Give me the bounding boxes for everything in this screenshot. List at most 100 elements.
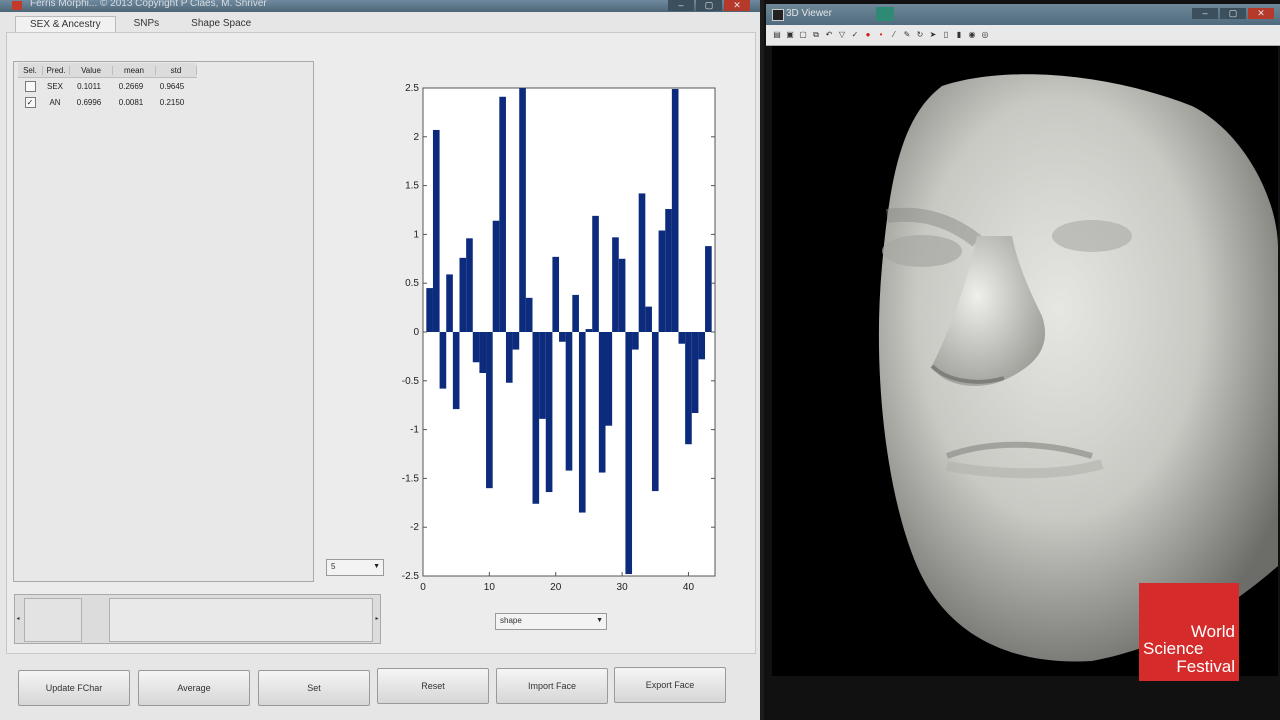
- reset-button[interactable]: Reset: [377, 668, 489, 704]
- tab-shape-space[interactable]: Shape Space: [177, 16, 265, 32]
- check-icon[interactable]: ✓: [850, 30, 860, 40]
- table-header: Sel. Pred. Value mean std: [18, 63, 197, 78]
- rotate-icon[interactable]: ↻: [915, 30, 925, 40]
- close-button[interactable]: ✕: [724, 0, 750, 11]
- shape-select-value: shape: [500, 616, 522, 625]
- predictor-value[interactable]: 0.1011: [68, 82, 110, 91]
- pencil-icon[interactable]: ✎: [902, 30, 912, 40]
- chart-bar: [638, 193, 646, 332]
- maximize-button[interactable]: ▢: [696, 0, 722, 11]
- point-icon[interactable]: •: [876, 30, 886, 40]
- header-mean[interactable]: mean: [113, 65, 156, 75]
- tab-sex-ancestry[interactable]: SEX & Ancestry: [15, 16, 116, 32]
- chart-bar: [525, 297, 533, 332]
- main-window: Ferris Morphi... © 2013 Copyright P Clae…: [0, 0, 760, 720]
- filter-icon[interactable]: ▽: [837, 30, 847, 40]
- y-tick-label: 0.5: [405, 278, 419, 289]
- average-button[interactable]: Average: [138, 670, 250, 706]
- viewer-toolbar: ▤ ▣ ▢ ⧉ ↶ ▽ ✓ ● • ⁄ ✎ ↻ ➤ ▯ ▮ ◉ ◎: [766, 25, 1280, 46]
- update-fchar-button[interactable]: Update FChar: [18, 670, 130, 706]
- viewer-maximize-button[interactable]: ▢: [1220, 8, 1246, 19]
- undo-icon[interactable]: ↶: [824, 30, 834, 40]
- viewer-minimize-button[interactable]: –: [1192, 8, 1218, 19]
- chart-bar: [618, 258, 626, 332]
- export-face-button[interactable]: Export Face: [614, 667, 726, 703]
- select-checkbox[interactable]: [24, 80, 36, 92]
- select-icon[interactable]: ▢: [798, 30, 808, 40]
- chart-bar: [499, 96, 506, 332]
- chart-bar: [532, 332, 540, 504]
- viewer-titlebar: 3D Viewer – ▢ ✕: [766, 4, 1280, 25]
- slider-right-arrow-icon[interactable]: ▸: [374, 595, 380, 643]
- chart-bar: [486, 332, 493, 489]
- dropdown-arrow-icon: ▼: [596, 617, 603, 624]
- chart-bar: [426, 288, 433, 332]
- chart-bar: [665, 209, 672, 332]
- chart-bar: [605, 332, 613, 426]
- chart-bar: [651, 332, 659, 492]
- chart-bar: [519, 88, 526, 332]
- face-render: [878, 74, 1278, 662]
- slider-left-arrow-icon[interactable]: ◂: [15, 595, 21, 643]
- 3d-viewport[interactable]: [772, 46, 1278, 676]
- predictor-name: SEX: [46, 81, 63, 91]
- y-tick-label: 1.5: [405, 181, 419, 192]
- table-row[interactable]: SEX 0.1011 0.2669 0.9645: [18, 78, 197, 94]
- y-tick-label: -2: [410, 522, 419, 533]
- zoom-icon[interactable]: ◉: [967, 30, 977, 40]
- predictor-mean: 0.2669: [118, 81, 144, 91]
- layers-icon[interactable]: ▮: [954, 30, 964, 40]
- y-tick-label: 2.5: [405, 83, 419, 94]
- chart-bar: [612, 237, 619, 332]
- chart-bar: [685, 332, 692, 445]
- chart-bar: [446, 274, 453, 332]
- shape-select[interactable]: shape ▼: [495, 613, 607, 630]
- y-tick-label: 1: [413, 229, 419, 240]
- set-button[interactable]: Set: [258, 670, 370, 706]
- brush-icon[interactable]: ⁄: [889, 30, 899, 40]
- import-face-button[interactable]: Import Face: [496, 668, 608, 704]
- chart-bar: [552, 256, 560, 332]
- record-icon[interactable]: ●: [863, 30, 873, 40]
- slider-track[interactable]: [109, 598, 373, 642]
- horizontal-slider[interactable]: ◂ ▸: [14, 594, 381, 644]
- slider-thumb[interactable]: [24, 598, 82, 642]
- app-icon: [12, 1, 22, 10]
- chart-bar: [592, 215, 599, 332]
- copy-icon[interactable]: ⧉: [811, 30, 821, 40]
- chart-bar: [598, 332, 606, 473]
- page-icon[interactable]: ▯: [941, 30, 951, 40]
- chart-bar: [512, 332, 520, 350]
- predictor-std: 0.9645: [159, 81, 185, 91]
- logo-line-2: Science: [1143, 639, 1204, 658]
- predictor-name: AN: [49, 97, 61, 107]
- viewer-close-button[interactable]: ✕: [1248, 8, 1274, 19]
- world-science-festival-logo: World Science Festival: [1139, 583, 1239, 681]
- select-checkbox[interactable]: ✓: [24, 96, 36, 108]
- tab-snps[interactable]: SNPs: [120, 16, 174, 32]
- open-icon[interactable]: ▤: [772, 30, 782, 40]
- predictor-value[interactable]: 0.6996: [68, 98, 110, 107]
- header-std[interactable]: std: [156, 65, 197, 75]
- color-swatch: [876, 7, 894, 21]
- x-tick-label: 40: [683, 582, 695, 593]
- chart-bar: [479, 332, 487, 373]
- tab-bar: SEX & Ancestry SNPs Shape Space: [15, 16, 269, 32]
- header-value[interactable]: Value: [70, 65, 113, 75]
- chart-bar: [632, 332, 639, 350]
- chart-bar: [678, 332, 686, 344]
- table-row[interactable]: ✓ AN 0.6996 0.0081 0.2150: [18, 94, 197, 110]
- x-tick-label: 20: [550, 582, 562, 593]
- component-count-select[interactable]: 5 ▼: [326, 559, 384, 576]
- view-icon[interactable]: ◎: [980, 30, 990, 40]
- save-icon[interactable]: ▣: [785, 30, 795, 40]
- minimize-button[interactable]: –: [668, 0, 694, 11]
- header-pred[interactable]: Pred.: [43, 65, 70, 75]
- chart-bar: [472, 332, 480, 363]
- chart-bar: [705, 246, 712, 332]
- chart-bar: [452, 332, 460, 410]
- y-tick-label: -1: [410, 425, 419, 436]
- chart-bar: [459, 257, 467, 332]
- header-sel[interactable]: Sel.: [18, 65, 43, 75]
- cursor-icon[interactable]: ➤: [928, 30, 938, 40]
